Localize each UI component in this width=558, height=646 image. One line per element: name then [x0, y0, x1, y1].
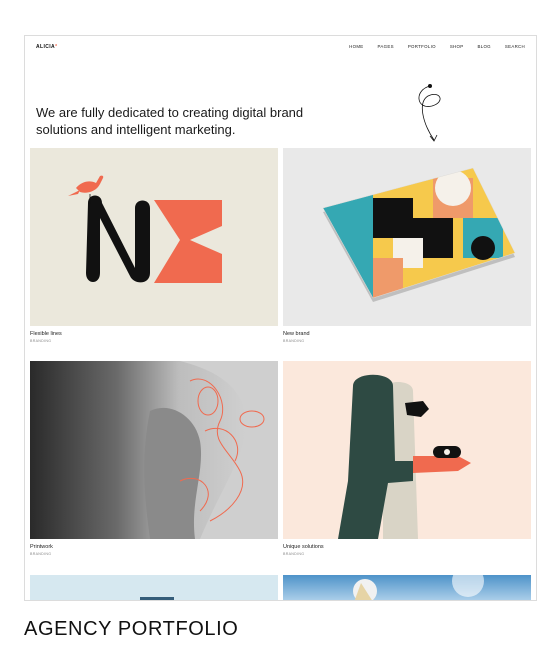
logo-accent: *	[55, 44, 58, 50]
arrow-doodle-icon	[418, 84, 441, 142]
project-card-printwork[interactable]: Printwork BRANDING	[30, 361, 278, 556]
project-title[interactable]: New brand	[283, 331, 531, 337]
project-image[interactable]	[30, 361, 278, 539]
project-category[interactable]: BRANDING	[283, 552, 531, 556]
header: ALICIA* HOME PAGES PORTFOLIO SHOP BLOG S…	[25, 36, 536, 58]
logo-text: ALICIA	[36, 44, 56, 50]
project-title[interactable]: Printwork	[30, 544, 278, 550]
project-card-flexible-lines[interactable]: Flexible lines BRANDING	[30, 148, 278, 343]
nav-shop[interactable]: SHOP	[450, 44, 464, 49]
project-card-unique-solutions[interactable]: Unique solutions BRANDING	[283, 361, 531, 556]
portrait-line-art	[144, 361, 278, 539]
template-caption: AGENCY PORTFOLIO	[24, 618, 239, 640]
project-category[interactable]: BRANDING	[30, 339, 278, 343]
nav-pages[interactable]: PAGES	[378, 44, 394, 49]
project-image[interactable]	[283, 575, 531, 600]
project-card-partial-left[interactable]	[30, 575, 278, 600]
brand-book-artwork	[322, 167, 516, 302]
project-image[interactable]	[30, 148, 278, 326]
site-logo[interactable]: ALICIA*	[36, 44, 57, 50]
nav-home[interactable]: HOME	[349, 44, 363, 49]
website-preview: ALICIA* HOME PAGES PORTFOLIO SHOP BLOG S…	[24, 35, 537, 601]
nav-blog[interactable]: BLOG	[477, 44, 490, 49]
project-image[interactable]	[283, 148, 531, 326]
nav-portfolio[interactable]: PORTFOLIO	[408, 44, 436, 49]
partial-artwork	[353, 575, 484, 600]
nav-search[interactable]: SEARCH	[505, 44, 525, 49]
main-nav: HOME PAGES PORTFOLIO SHOP BLOG SEARCH	[349, 44, 525, 49]
project-title[interactable]: Unique solutions	[283, 544, 531, 550]
partial-artwork	[140, 597, 174, 600]
hero-headline: We are fully dedicated to creating digit…	[36, 105, 304, 137]
project-image[interactable]	[30, 575, 278, 600]
project-category[interactable]: BRANDING	[283, 339, 531, 343]
project-card-partial-right[interactable]	[283, 575, 531, 600]
project-image[interactable]	[283, 361, 531, 539]
figure-illustration	[338, 374, 471, 539]
project-card-new-brand[interactable]: New brand BRANDING	[283, 148, 531, 343]
letter-n-artwork	[68, 175, 222, 283]
project-category[interactable]: BRANDING	[30, 552, 278, 556]
project-title[interactable]: Flexible lines	[30, 331, 278, 337]
